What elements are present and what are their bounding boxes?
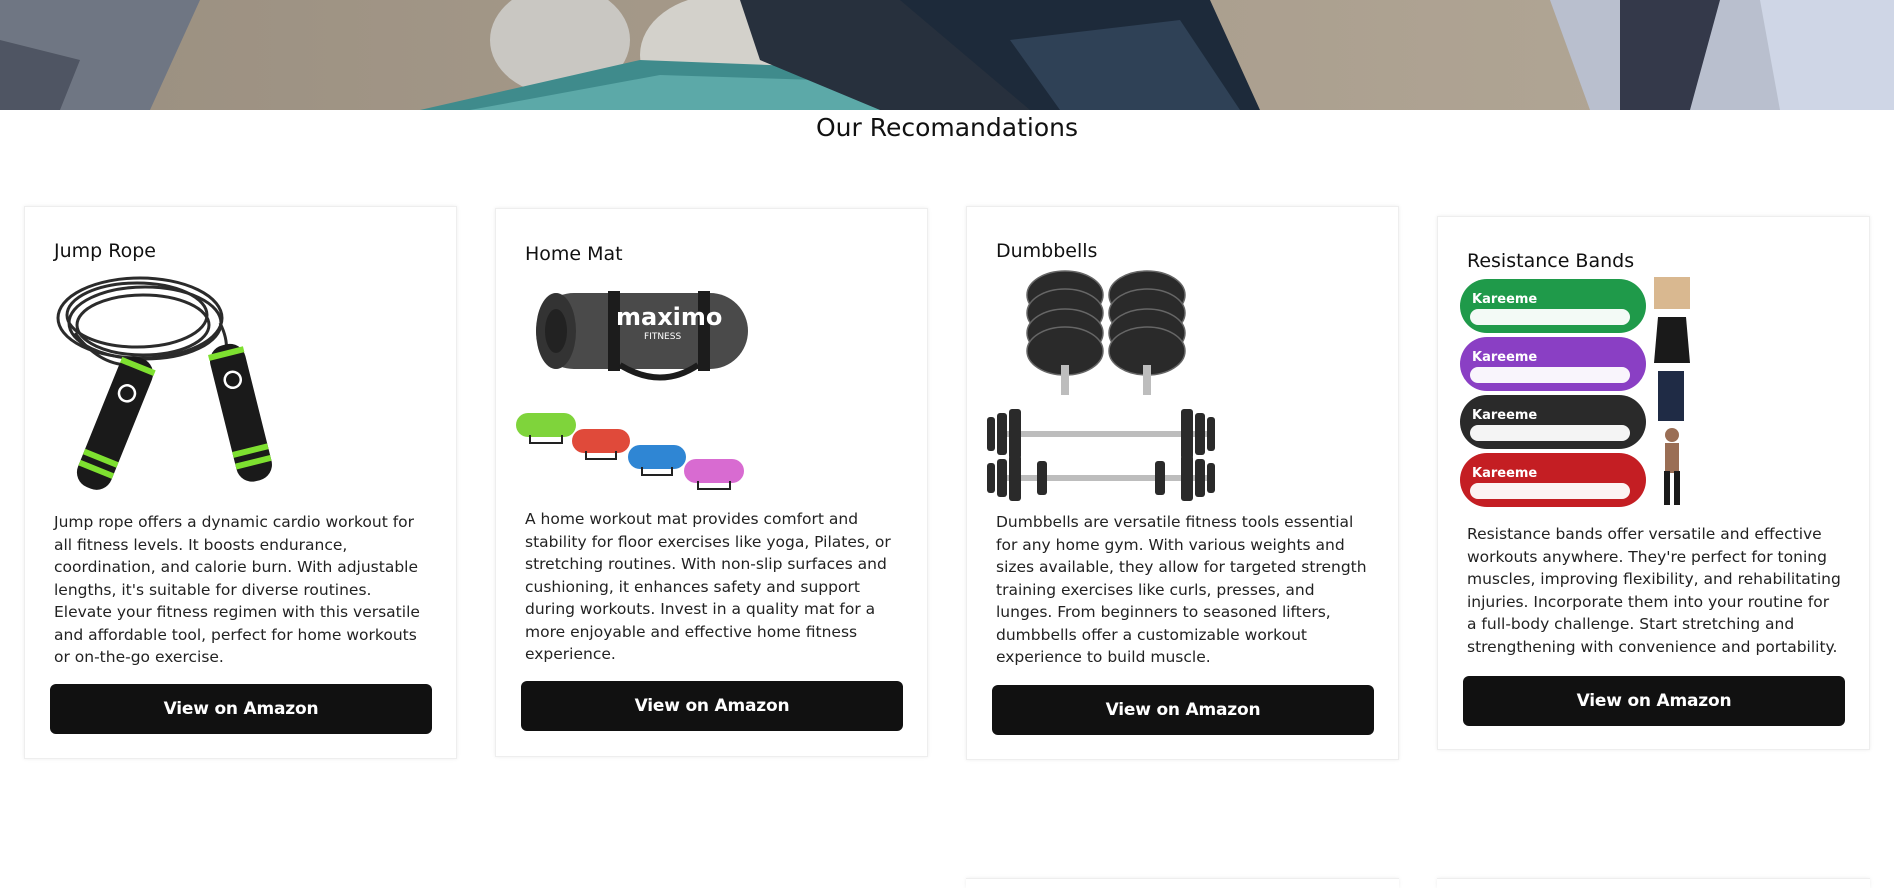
product-card-resistance-bands: Resistance Bands Kareeme Kareeme Kareeme…	[1437, 216, 1870, 750]
card-description: Jump rope offers a dynamic cardio workou…	[54, 513, 420, 666]
mat-brand-sub: FITNESS	[644, 332, 681, 342]
jump-rope-image	[45, 263, 285, 503]
product-card-home-mat: Home Mat maximo FITNESS A home workout m…	[495, 208, 928, 757]
view-on-amazon-button[interactable]: View on Amazon	[1463, 676, 1845, 726]
card-title: Jump Rope	[54, 240, 156, 262]
resistance-band-icon: Kareeme Kareeme Kareeme Kareeme	[1460, 277, 1690, 507]
product-card-next-row	[966, 878, 1399, 888]
dumbbells-image	[987, 265, 1227, 505]
card-title: Dumbbells	[996, 240, 1098, 262]
product-card-next-row	[1437, 878, 1870, 888]
dumbbell-icon	[987, 270, 1215, 501]
view-on-amazon-button[interactable]: View on Amazon	[992, 685, 1374, 735]
hero-photo	[0, 0, 1894, 110]
view-on-amazon-button[interactable]: View on Amazon	[521, 681, 903, 731]
band-brand-green: Kareeme	[1472, 292, 1537, 307]
yoga-mat-icon: maximo FITNESS	[516, 291, 748, 490]
view-on-amazon-button[interactable]: View on Amazon	[50, 684, 432, 734]
band-brand-black: Kareeme	[1472, 408, 1537, 423]
home-mat-image: maximo FITNESS	[516, 265, 756, 501]
card-description: A home workout mat provides comfort and …	[525, 510, 891, 663]
product-card-dumbbells: Dumbbells Dumbbells are versatile fitnes…	[966, 206, 1399, 760]
resistance-bands-image: Kareeme Kareeme Kareeme Kareeme	[1458, 275, 1698, 511]
card-title: Home Mat	[525, 243, 623, 265]
card-description: Resistance bands offer versatile and eff…	[1467, 525, 1841, 656]
card-title: Resistance Bands	[1467, 250, 1635, 272]
hero-image	[0, 0, 1894, 110]
card-description: Dumbbells are versatile fitness tools es…	[996, 513, 1367, 666]
section-title: Our Recomandations	[815, 113, 1079, 142]
jump-rope-icon	[56, 276, 272, 490]
band-brand-purple: Kareeme	[1472, 350, 1537, 365]
mat-brand-text: maximo	[616, 303, 722, 331]
band-brand-red: Kareeme	[1472, 466, 1537, 481]
product-card-jump-rope: Jump Rope Jump rope offers a dynamic car…	[24, 206, 457, 759]
